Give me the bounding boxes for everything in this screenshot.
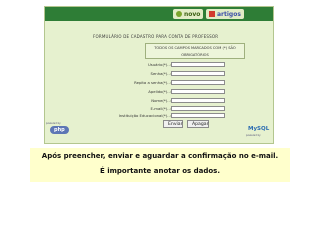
instituicao-label: Instituição Educacional(*)..:: [118, 113, 171, 118]
instruction-line-2: É importante anotar os dados.: [99, 167, 221, 175]
apelido-label: Apelido(*)..:: [148, 89, 171, 94]
email-input[interactable]: [171, 106, 225, 111]
form-title: FORMULÁRIO DE CADASTRO PARA CONTA DE PRO…: [93, 34, 219, 39]
email-label: E-mail(*)..:: [150, 106, 171, 111]
mysql-caption: powered by: [246, 134, 261, 137]
field-row-instituicao: Instituição Educacional(*)..:: [45, 113, 275, 120]
site-header-bar: novo artigos: [45, 7, 273, 21]
reset-button[interactable]: Apagar: [187, 120, 209, 128]
artigos-logo[interactable]: artigos: [206, 9, 244, 19]
instruction-line-1: Após preencher, enviar e aguardar a conf…: [41, 152, 279, 160]
field-row-apelido: Apelido(*)..:: [45, 89, 275, 96]
field-row-nome: Nome(*)..:: [45, 98, 275, 105]
php-caption: powered by: [46, 122, 61, 125]
senha-input[interactable]: [171, 71, 225, 76]
nome-input[interactable]: [171, 98, 225, 103]
novo-logo[interactable]: novo: [173, 9, 204, 19]
repita-senha-label: Repita a senha(*)..:: [134, 80, 171, 85]
submit-button[interactable]: Enviar: [163, 120, 183, 128]
notice-line-1: TODOS OS CAMPOS MARCADOS COM (*) SÃO: [154, 46, 236, 50]
field-row-usuario: Usuário(*)..:: [45, 62, 275, 69]
novo-logo-text: novo: [184, 10, 201, 18]
artigos-logo-text: artigos: [217, 10, 241, 18]
required-fields-notice: TODOS OS CAMPOS MARCADOS COM (*) SÃO OBR…: [145, 43, 245, 59]
php-logo: php: [50, 126, 69, 134]
instruction-banner: Após preencher, enviar e aguardar a conf…: [30, 148, 290, 182]
field-row-repita-senha: Repita a senha(*)..:: [45, 80, 275, 87]
usuario-input[interactable]: [171, 62, 225, 67]
novo-logo-icon: [176, 11, 182, 17]
mysql-logo: MySQL: [248, 126, 270, 132]
apelido-input[interactable]: [171, 89, 225, 94]
registration-window: novo artigos FORMULÁRIO DE CADASTRO PARA…: [44, 6, 274, 144]
field-row-email: E-mail(*)..:: [45, 106, 275, 113]
repita-senha-input[interactable]: [171, 80, 225, 85]
nome-label: Nome(*)..:: [151, 98, 171, 103]
field-row-senha: Senha(*)..:: [45, 71, 275, 78]
usuario-label: Usuário(*)..:: [148, 62, 171, 67]
senha-label: Senha(*)..:: [150, 71, 171, 76]
artigos-logo-icon: [209, 11, 215, 17]
instituicao-input[interactable]: [171, 113, 225, 118]
notice-line-2: OBRIGATÓRIOS: [181, 53, 209, 57]
